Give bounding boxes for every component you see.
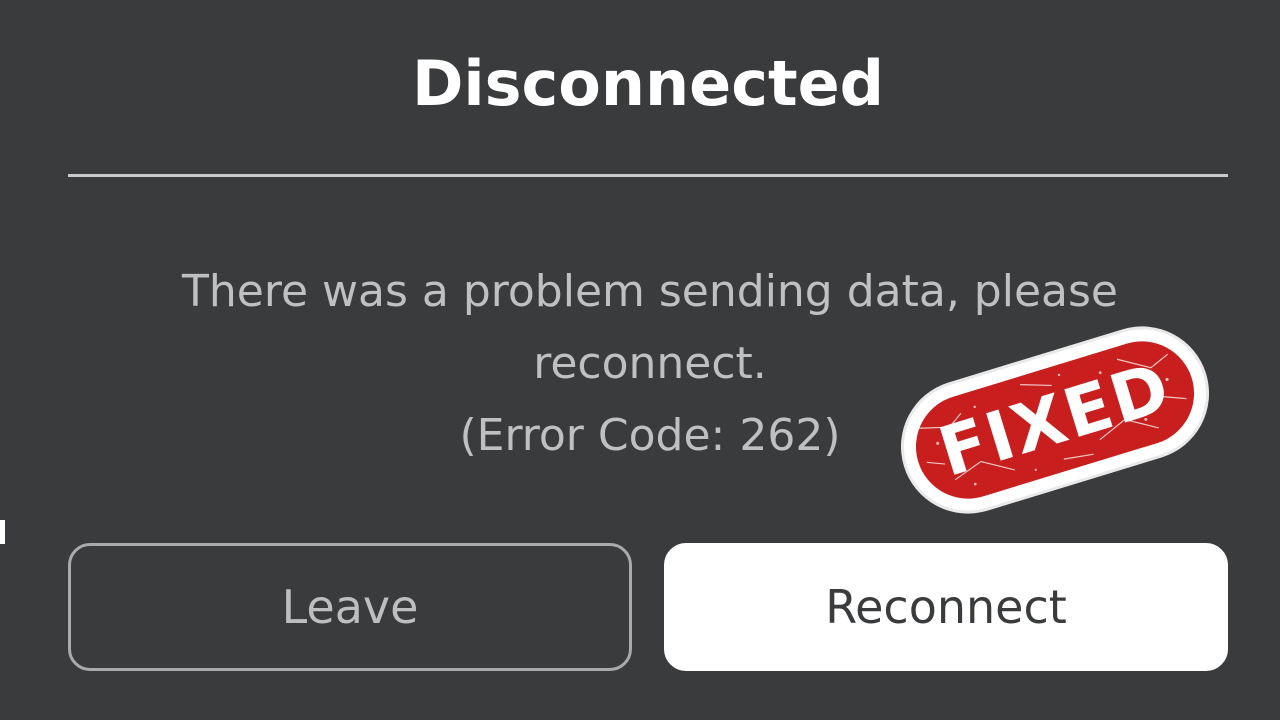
stamp-grunge-texture xyxy=(918,353,1187,486)
leave-button[interactable]: Leave xyxy=(68,543,632,671)
fixed-stamp: FIXED xyxy=(888,313,1222,527)
dialog-title: Disconnected xyxy=(411,47,885,120)
reconnect-button[interactable]: Reconnect xyxy=(664,543,1228,671)
fixed-stamp-badge: FIXED xyxy=(888,313,1222,527)
fixed-stamp-inner: FIXED xyxy=(903,328,1207,512)
mouse-cursor-edge xyxy=(0,520,5,544)
message-line-1: There was a problem sending data, please xyxy=(182,266,1118,317)
disconnect-dialog: Disconnected There was a problem sending… xyxy=(0,0,1280,720)
title-divider xyxy=(68,174,1228,177)
